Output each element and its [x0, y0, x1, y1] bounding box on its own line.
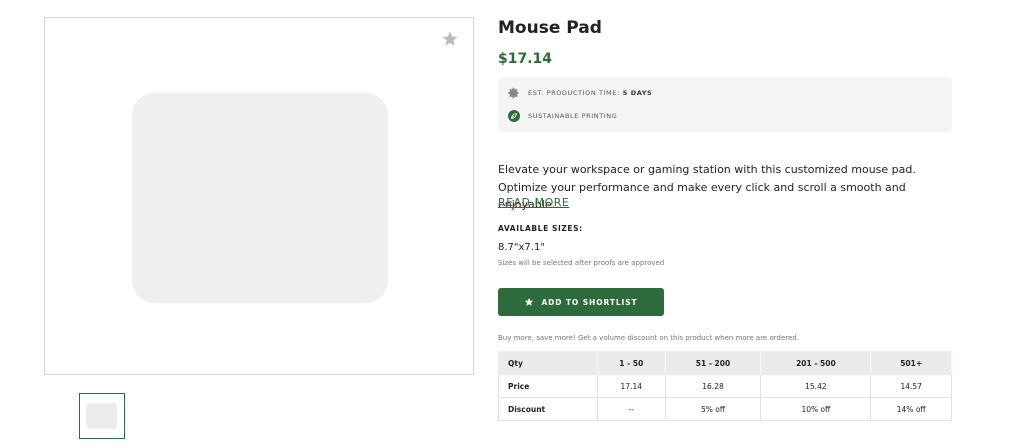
table-row-price: Price 17.14 16.28 15.42 14.57	[498, 374, 952, 398]
production-time-row: EST. PRODUCTION TIME: 5 DAYS	[508, 87, 652, 99]
add-to-shortlist-button[interactable]: ADD TO SHORTLIST	[498, 288, 664, 316]
shortlist-label: ADD TO SHORTLIST	[541, 297, 638, 307]
sustainable-row: SUSTAINABLE PRINTING	[508, 110, 617, 122]
size-note: Sizes will be selected after proofs are …	[498, 259, 665, 267]
available-sizes-label: AVAILABLE SIZES:	[498, 224, 583, 233]
table-row-discount: Discount -- 5% off 10% off 14% off	[498, 397, 952, 421]
size-value: 8.7"x7.1"	[498, 242, 545, 253]
product-image	[132, 93, 388, 303]
product-price: $17.14	[498, 51, 553, 67]
table-cell: 15.42	[760, 374, 872, 398]
table-cell: 14.57	[870, 374, 952, 398]
table-header-cell: 1 - 50	[597, 351, 666, 375]
table-header-cell: 501+	[870, 351, 952, 375]
volume-discount-note: Buy more, save more! Get a volume discou…	[498, 334, 799, 342]
table-cell: Discount	[498, 397, 598, 421]
table-cell: Price	[498, 374, 598, 398]
table-header-row: Qty 1 - 50 51 - 200 201 - 500 501+	[498, 351, 952, 375]
thumbnail-preview	[86, 403, 117, 429]
product-image-frame	[44, 17, 474, 375]
thumbnail-image[interactable]	[79, 393, 125, 439]
gear-icon	[508, 87, 519, 99]
table-cell: 14% off	[870, 397, 952, 421]
product-title: Mouse Pad	[498, 18, 602, 38]
star-icon	[525, 297, 534, 306]
table-cell: 10% off	[760, 397, 872, 421]
sustainable-label: SUSTAINABLE PRINTING	[528, 112, 618, 120]
production-time-label: EST. PRODUCTION TIME:	[528, 89, 620, 97]
table-header-cell: 51 - 200	[664, 351, 762, 375]
favorite-star-icon[interactable]	[441, 30, 459, 48]
table-header-cell: 201 - 500	[760, 351, 872, 375]
table-cell: 5% off	[664, 397, 762, 421]
read-more-link[interactable]: READ MORE	[498, 196, 569, 209]
table-cell: --	[597, 397, 666, 421]
table-header-cell: Qty	[498, 351, 598, 375]
leaf-icon	[508, 110, 520, 122]
product-info-box: EST. PRODUCTION TIME: 5 DAYS SUSTAINABLE…	[498, 77, 952, 132]
production-time-value: 5 DAYS	[622, 89, 653, 97]
table-cell: 17.14	[597, 374, 666, 398]
table-cell: 16.28	[664, 374, 762, 398]
volume-discount-table: Qty 1 - 50 51 - 200 201 - 500 501+ Price…	[498, 351, 952, 421]
